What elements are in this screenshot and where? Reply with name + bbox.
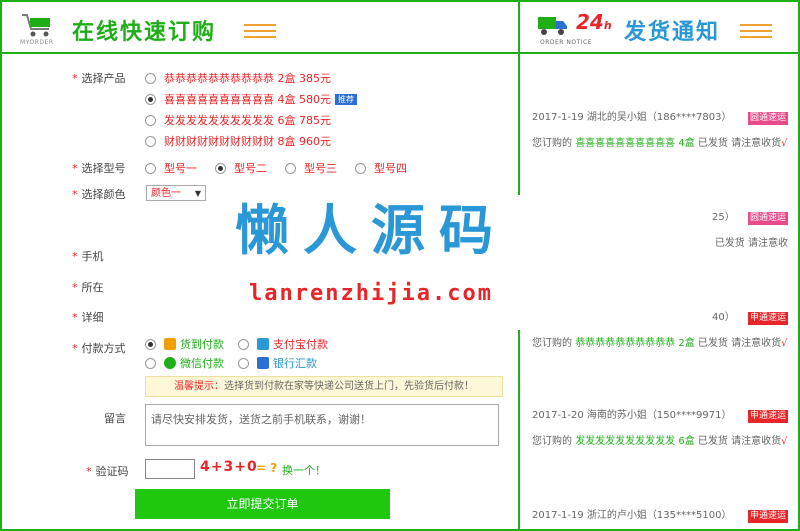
courier-tag: 申通速运 — [747, 409, 788, 423]
phone-label: * 手机 — [72, 250, 104, 263]
notice-title: 发货通知 — [624, 20, 721, 45]
submit-order-button[interactable]: 立即提交订单 — [135, 489, 390, 519]
courier-tag: 圆通速运 — [747, 111, 788, 125]
message-label: 留言 — [104, 412, 126, 425]
wechat-icon — [164, 357, 176, 369]
order-header: MYORDER 在线快速订购 — [2, 2, 520, 52]
shopping-cart-icon — [22, 14, 50, 37]
radio-checked[interactable] — [145, 338, 156, 350]
product-option[interactable]: 财财财财财财财财财财 8盒 960元 — [145, 133, 331, 149]
payment-tip: 温馨提示：选择货到付款在家等快递公司送货上门，先验货后付款！ — [145, 376, 503, 397]
tip-text: 选择货到付款在家等快递公司送货上门，先验货后付款！ — [224, 381, 474, 392]
notice-header-text: 2017-1-20 海南的苏小姐（150****9971） — [532, 410, 732, 421]
watermark-title: 懒人源码 — [235, 199, 507, 262]
24h-badge: 24h — [576, 10, 612, 34]
message-textarea[interactable]: 请尽快安排发货，送货之前手机联系，谢谢！ — [145, 404, 499, 446]
model-option[interactable]: 型号四 — [355, 160, 407, 176]
radio-unchecked[interactable] — [238, 338, 249, 350]
product-option[interactable]: 喜喜喜喜喜喜喜喜喜喜 4盒 580元 推荐 — [145, 91, 357, 107]
color-label: * 选择颜色 — [72, 188, 126, 201]
captcha-label: * 验证码 — [86, 465, 129, 478]
product-label: * 选择产品 — [72, 72, 126, 85]
notice-header-subtitle: ORDER NOTICE — [540, 39, 593, 46]
notice-list: 2017-1-19 湖北的吴小姐（186****7803） 圆通速运 您订购的 喜… — [520, 54, 798, 529]
header: MYORDER 在线快速订购 24h ORDER NOTICE 发货通知 — [2, 2, 798, 54]
order-title: 在线快速订购 — [72, 20, 217, 45]
radio-unchecked[interactable] — [285, 162, 296, 174]
radio-unchecked[interactable] — [145, 162, 156, 174]
chevron-down-icon: ▼ — [194, 189, 201, 198]
captcha-equals: = ? — [256, 461, 278, 475]
notice-header-text: 2017-1-19 湖北的吴小姐（186****7803） — [532, 112, 732, 123]
bank-card-icon — [257, 357, 269, 369]
notice-item: 2017-1-19 浙江的卢小姐（135****5100） 申通速运 — [532, 508, 788, 524]
product-option[interactable]: 发发发发发发发发发发 6盒 785元 — [145, 112, 331, 128]
captcha-input[interactable] — [145, 459, 195, 479]
notice-item: 25） 圆通速运 已发货 请注意收 — [532, 210, 788, 252]
notice-header-text: 25） — [712, 212, 735, 223]
notice-item: 2017-1-19 湖北的吴小姐（186****7803） 圆通速运 您订购的 喜… — [532, 111, 788, 149]
payment-alipay[interactable]: 支付宝付款 — [238, 336, 328, 352]
notice-header-text: 2017-1-19 浙江的卢小姐（135****5100） — [532, 510, 732, 521]
model-label: * 选择型号 — [72, 162, 126, 175]
tip-title: 温馨提示： — [174, 381, 224, 392]
payment-bank[interactable]: 银行汇款 — [238, 355, 317, 371]
24h-badge-number: 24 — [576, 10, 604, 34]
captcha-expression: 4+3+0 — [200, 459, 258, 475]
watermark-domain: lanrenzhijia.com — [249, 281, 493, 306]
radio-unchecked[interactable] — [145, 114, 156, 126]
radio-unchecked[interactable] — [145, 135, 156, 147]
alipay-icon — [257, 338, 269, 350]
radio-unchecked[interactable] — [145, 357, 156, 369]
model-option[interactable]: 型号三 — [285, 160, 337, 176]
watermark: 懒人源码 lanrenzhijia.com — [217, 195, 525, 330]
product-option[interactable]: 恭恭恭恭恭恭恭恭恭恭 2盒 385元 — [145, 70, 331, 86]
radio-unchecked[interactable] — [238, 357, 249, 369]
notice-item: 40） 申通速运 您订购的 恭恭恭恭恭恭恭恭恭恭 2盒 已发货 请注意收货√ — [532, 311, 788, 349]
decorative-lines — [740, 20, 772, 42]
notice-item: 2017-1-20 海南的苏小姐（150****9971） 申通速运 您订购的 发… — [532, 409, 788, 447]
model-option[interactable]: 型号一 — [145, 160, 197, 176]
payment-wechat[interactable]: 微信付款 — [145, 355, 224, 371]
cod-icon — [164, 338, 176, 350]
notice-header: 24h ORDER NOTICE 发货通知 — [520, 2, 798, 52]
24h-badge-unit: h — [603, 19, 612, 32]
courier-tag: 申通速运 — [747, 509, 788, 523]
decorative-lines — [244, 20, 276, 42]
radio-checked[interactable] — [215, 162, 226, 174]
notice-header-text: 40） — [712, 312, 735, 323]
order-header-subtitle: MYORDER — [20, 39, 54, 46]
address-label: * 详细 — [72, 311, 104, 324]
model-option[interactable]: 型号二 — [215, 160, 267, 176]
radio-checked[interactable] — [145, 93, 156, 105]
courier-tag: 圆通速运 — [747, 211, 788, 225]
payment-label: * 付款方式 — [72, 342, 126, 355]
captcha-refresh-link[interactable]: 换一个！ — [282, 462, 326, 478]
recommend-badge: 推荐 — [335, 93, 357, 105]
radio-unchecked[interactable] — [145, 72, 156, 84]
region-label: * 所在 — [72, 281, 104, 294]
color-select[interactable]: 颜色一 ▼ — [146, 185, 206, 201]
radio-unchecked[interactable] — [355, 162, 366, 174]
payment-cod[interactable]: 货到付款 — [145, 336, 224, 352]
courier-tag: 申通速运 — [747, 311, 788, 325]
truck-icon — [538, 17, 567, 35]
